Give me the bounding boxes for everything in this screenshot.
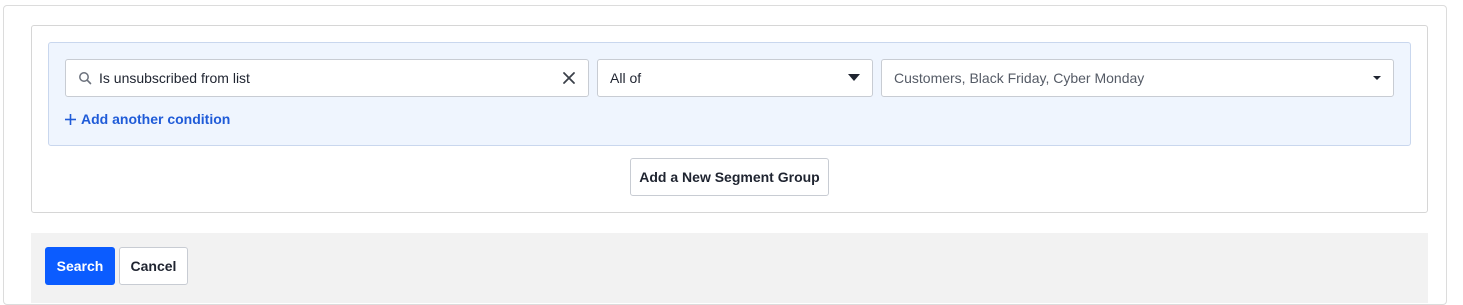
lists-value: Customers, Black Friday, Cyber Monday [894,70,1145,86]
add-segment-group-button[interactable]: Add a New Segment Group [630,158,829,196]
add-condition-label: Add another condition [81,111,231,127]
search-icon [79,72,92,85]
caret-down-icon [848,74,860,81]
cancel-button[interactable]: Cancel [119,247,188,285]
caret-down-icon [1373,76,1381,80]
condition-field[interactable]: Is unsubscribed from list [65,59,589,97]
lists-select[interactable]: Customers, Black Friday, Cyber Monday [881,59,1394,97]
operator-value: All of [610,70,642,86]
condition-value: Is unsubscribed from list [99,70,250,86]
footer-bar [31,233,1428,303]
plus-icon [65,113,76,125]
add-condition-link[interactable]: Add another condition [64,109,230,129]
operator-select[interactable]: All of [597,59,873,97]
search-button[interactable]: Search [45,247,115,285]
close-icon[interactable] [560,69,578,87]
